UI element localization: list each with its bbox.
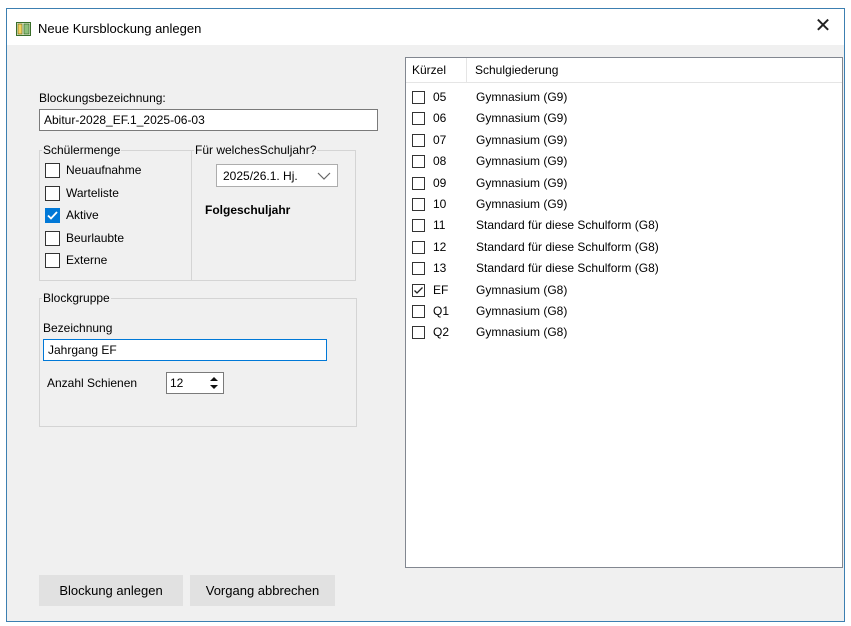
block-group-name-value: Jahrgang EF — [48, 343, 117, 357]
list-item[interactable]: 07 Gymnasium (G9) — [406, 131, 842, 153]
list-item[interactable]: Q1 Gymnasium (G8) — [406, 302, 842, 324]
checkbox-icon[interactable] — [45, 163, 60, 178]
list-item[interactable]: Q2 Gymnasium (G8) — [406, 323, 842, 345]
dialog-body: Blockungsbezeichnung: Abitur-2028_EF.1_2… — [7, 45, 844, 621]
row-structure: Gymnasium (G9) — [476, 132, 568, 147]
checkbox-icon[interactable] — [412, 262, 425, 276]
row-structure: Gymnasium (G9) — [476, 175, 568, 190]
title-bar: Neue Kursblockung anlegen ✕ — [7, 9, 844, 45]
row-short: 09 — [433, 175, 447, 190]
checkbox-icon[interactable] — [45, 230, 60, 246]
blocking-name-value: Abitur-2028_EF.1_2025-06-03 — [44, 113, 205, 127]
row-short: 11 — [433, 218, 446, 233]
list-item[interactable]: 09 Gymnasium (G9) — [406, 174, 842, 196]
row-structure: Gymnasium (G9) — [476, 197, 568, 211]
school-year-value: 2025/26.1. Hj. — [223, 169, 298, 183]
blocking-name-label: Blockungsbezeichnung: — [39, 91, 166, 105]
student-set-legend: Schülermenge — [43, 143, 121, 157]
checkbox-checked-icon[interactable] — [412, 283, 425, 297]
student-option-label: Warteliste — [66, 185, 119, 200]
row-structure: Gymnasium (G8) — [476, 282, 568, 297]
blocking-name-input[interactable]: Abitur-2028_EF.1_2025-06-03 — [39, 109, 378, 131]
row-short: 10 — [433, 197, 447, 211]
list-item[interactable]: 05 Gymnasium (G9) — [406, 88, 842, 110]
checkbox-icon[interactable] — [412, 198, 425, 211]
list-item[interactable]: 11 Standard für diese Schulform (G8) — [406, 216, 842, 238]
row-structure: Gymnasium (G8) — [476, 325, 568, 340]
block-group-name-input[interactable]: Jahrgang EF — [43, 339, 327, 361]
row-structure: Gymnasium (G8) — [476, 304, 568, 318]
row-structure: Standard für diese Schulform (G8) — [476, 261, 659, 276]
student-option-label: Externe — [66, 253, 108, 267]
dialog-window: Neue Kursblockung anlegen ✕ Blockungsbez… — [6, 8, 845, 622]
student-option-label: Aktive — [66, 208, 99, 222]
cancel-button[interactable]: Vorgang abbrechen — [190, 575, 335, 606]
list-header: Kürzel Schulgiederung — [406, 58, 842, 83]
school-year-dropdown[interactable]: 2025/26.1. Hj. — [216, 164, 338, 187]
checkbox-icon[interactable] — [412, 305, 425, 318]
checkbox-icon[interactable] — [412, 133, 425, 147]
list-item[interactable]: 13 Standard für diese Schulform (G8) — [406, 259, 842, 281]
spinner-arrows-icon[interactable] — [209, 375, 219, 391]
close-button[interactable]: ✕ — [802, 9, 844, 45]
chevron-down-icon — [317, 170, 331, 184]
checkbox-icon[interactable] — [45, 185, 60, 201]
list-item[interactable]: 08 Gymnasium (G9) — [406, 152, 842, 174]
rails-count-value: 12 — [170, 376, 184, 390]
checkbox-icon[interactable] — [412, 155, 425, 169]
window-title: Neue Kursblockung anlegen — [38, 21, 202, 36]
checkbox-icon[interactable] — [412, 326, 425, 340]
close-icon: ✕ — [814, 15, 832, 37]
row-short: 07 — [433, 132, 447, 147]
list-item[interactable]: EF Gymnasium (G8) — [406, 281, 842, 303]
row-structure: Standard für diese Schulform (G8) — [476, 218, 659, 233]
create-blocking-button[interactable]: Blockung anlegen — [39, 575, 183, 606]
row-short: 05 — [433, 90, 447, 104]
row-short: 13 — [433, 261, 447, 276]
row-structure: Gymnasium (G9) — [476, 154, 568, 169]
checkbox-checked-icon[interactable] — [45, 208, 60, 223]
checkbox-icon[interactable] — [45, 253, 60, 268]
checkbox-icon[interactable] — [412, 112, 425, 126]
checkbox-icon[interactable] — [412, 219, 425, 233]
column-header-structure[interactable]: Schulgiederung — [469, 58, 558, 82]
student-option-label: Neuaufnahme — [66, 163, 142, 177]
checkbox-icon[interactable] — [412, 176, 425, 190]
app-window-icon — [16, 22, 31, 36]
list-item[interactable]: 10 Gymnasium (G9) — [406, 195, 842, 217]
row-structure: Gymnasium (G9) — [476, 90, 568, 104]
row-short: 12 — [433, 239, 447, 254]
student-option-label: Beurlaubte — [66, 230, 125, 245]
row-structure: Standard für diese Schulform (G8) — [476, 239, 659, 254]
school-year-legend: Für welchesSchuljahr? — [195, 143, 317, 157]
checkbox-icon[interactable] — [412, 240, 425, 254]
rails-count-label: Anzahl Schienen — [47, 376, 138, 390]
row-short: Q2 — [433, 325, 450, 340]
row-short: Q1 — [433, 304, 450, 318]
following-year-note: Folgeschuljahr — [205, 203, 291, 217]
block-group-legend: Blockgruppe — [43, 291, 110, 305]
list-item[interactable]: 06 Gymnasium (G9) — [406, 109, 842, 131]
rails-count-spinner[interactable]: 12 — [166, 372, 224, 394]
list-item[interactable]: 12 Standard für diese Schulform (G8) — [406, 238, 842, 260]
row-short: 08 — [433, 154, 447, 169]
column-header-short[interactable]: Kürzel — [406, 58, 466, 82]
row-structure: Gymnasium (G9) — [476, 111, 568, 126]
school-structure-list[interactable]: Kürzel Schulgiederung 05 Gymnasium (G9) 06… — [405, 57, 843, 568]
block-group-name-label: Bezeichnung — [43, 321, 113, 335]
checkbox-icon[interactable] — [412, 91, 425, 104]
row-short: EF — [433, 282, 449, 297]
row-short: 06 — [433, 111, 447, 126]
